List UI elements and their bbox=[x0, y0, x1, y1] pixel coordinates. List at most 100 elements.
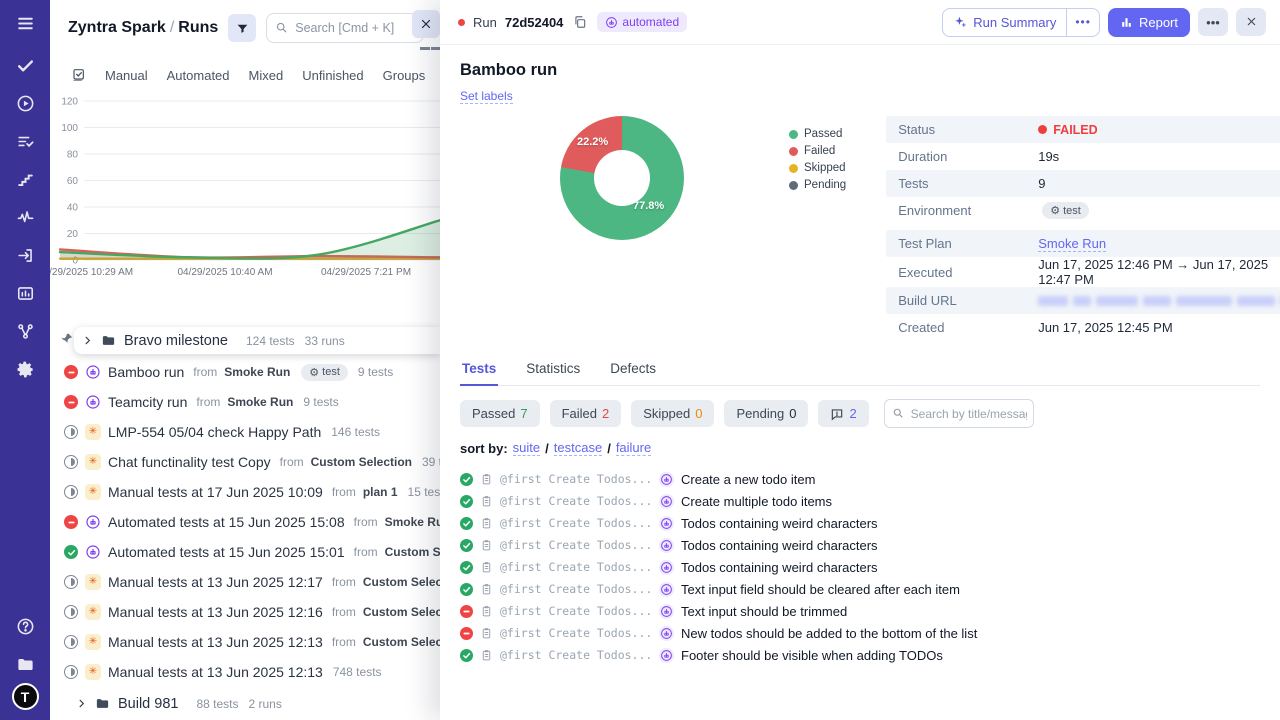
run-list-item[interactable]: ✳Chat functinality test CopyfromCustom S… bbox=[50, 447, 440, 477]
run-summary-button[interactable]: Run Summary bbox=[943, 9, 1066, 36]
test-list-item[interactable]: @first Create Todos...Text input should … bbox=[460, 600, 1260, 622]
test-list-item[interactable]: @first Create Todos...Text input field s… bbox=[460, 578, 1260, 600]
tab-statistics[interactable]: Statistics bbox=[524, 355, 582, 385]
status-finished-icon bbox=[64, 635, 78, 649]
donut-failed-label: 22.2% bbox=[577, 136, 608, 148]
run-list-item[interactable]: Bamboo runfromSmoke Run⚙test9 tests bbox=[50, 357, 440, 387]
detail-row: Environment⚙test bbox=[886, 197, 1280, 224]
run-plan-name: Smoke Run bbox=[227, 395, 293, 409]
chevron-right-icon[interactable] bbox=[76, 698, 87, 709]
tab-groups[interactable]: Groups bbox=[383, 68, 426, 83]
detail-value: Smoke Run bbox=[1038, 236, 1106, 252]
comments-filter-chip[interactable]: 2 bbox=[818, 400, 868, 427]
run-list-item[interactable]: ✳Manual tests at 13 Jun 2025 12:17fromCu… bbox=[50, 567, 440, 597]
chevron-right-icon[interactable] bbox=[82, 335, 93, 346]
close-detail-button[interactable] bbox=[1236, 8, 1266, 36]
filter-label: Passed bbox=[472, 406, 515, 421]
status-passed-icon bbox=[460, 583, 473, 596]
tab-automated[interactable]: Automated bbox=[167, 68, 230, 83]
set-labels-link[interactable]: Set labels bbox=[460, 89, 513, 104]
breadcrumb-project[interactable]: Zyntra Spark bbox=[68, 19, 166, 36]
reports-chart-icon[interactable] bbox=[0, 274, 50, 312]
run-list-item[interactable]: Automated tests at 15 Jun 2025 15:08from… bbox=[50, 507, 440, 537]
build-group-row[interactable]: Build 981 88 tests2 runs bbox=[50, 690, 440, 717]
test-plan-link[interactable]: Smoke Run bbox=[1038, 236, 1106, 252]
filter-pending-chip[interactable]: Pending0 bbox=[724, 400, 808, 427]
tab-manual[interactable]: Manual bbox=[105, 68, 148, 83]
automated-badge[interactable]: automated bbox=[597, 12, 687, 32]
run-summary-more-button[interactable]: ••• bbox=[1066, 9, 1099, 36]
tests-check-icon[interactable] bbox=[0, 46, 50, 84]
clipboard-icon bbox=[480, 516, 493, 530]
filter-skipped-chip[interactable]: Skipped0 bbox=[631, 400, 714, 427]
test-plans-icon[interactable] bbox=[0, 122, 50, 160]
filter-count: 0 bbox=[789, 406, 796, 421]
help-icon[interactable] bbox=[0, 607, 50, 645]
sort-by-suite[interactable]: suite bbox=[513, 440, 540, 456]
milestones-steps-icon[interactable] bbox=[0, 160, 50, 198]
status-finished-icon bbox=[64, 485, 78, 499]
report-button[interactable]: Report bbox=[1108, 8, 1190, 37]
tab-tests[interactable]: Tests bbox=[460, 355, 498, 385]
detail-row: CreatedJun 17, 2025 12:45 PM bbox=[886, 314, 1280, 341]
multi-select-icon[interactable] bbox=[70, 67, 86, 83]
run-from-label: from bbox=[332, 575, 356, 589]
menu-icon[interactable] bbox=[0, 0, 50, 46]
legend-label: Failed bbox=[804, 145, 835, 157]
test-list-item[interactable]: @first Create Todos...Footer should be v… bbox=[460, 644, 1260, 666]
filter-button[interactable] bbox=[228, 14, 256, 42]
status-badge: FAILED bbox=[1038, 123, 1097, 137]
status-finished-icon bbox=[64, 605, 78, 619]
run-list-item[interactable]: ✳Manual tests at 17 Jun 2025 10:09frompl… bbox=[50, 477, 440, 507]
sort-by-failure[interactable]: failure bbox=[616, 440, 651, 456]
tests-list: @first Create Todos...Create a new todo … bbox=[460, 468, 1260, 666]
test-list-item[interactable]: @first Create Todos...Create multiple to… bbox=[460, 490, 1260, 512]
run-from-label: from bbox=[332, 605, 356, 619]
test-list-item[interactable]: @first Create Todos...Todos containing w… bbox=[460, 512, 1260, 534]
test-list-item[interactable]: @first Create Todos...New todos should b… bbox=[460, 622, 1260, 644]
app-logo[interactable]: T bbox=[12, 683, 39, 710]
projects-folder-icon[interactable] bbox=[0, 645, 50, 683]
filter-passed-chip[interactable]: Passed7 bbox=[460, 400, 540, 427]
filter-failed-chip[interactable]: Failed2 bbox=[550, 400, 622, 427]
test-list-item[interactable]: @first Create Todos...Todos containing w… bbox=[460, 534, 1260, 556]
run-list-item[interactable]: ✳Manual tests at 13 Jun 2025 12:16fromCu… bbox=[50, 597, 440, 627]
run-list-item[interactable]: ✳Manual tests at 13 Jun 2025 12:13748 te… bbox=[50, 657, 440, 687]
build-group-meta: 88 tests2 runs bbox=[186, 697, 281, 711]
detail-label: Duration bbox=[898, 149, 1038, 164]
mixed-run-icon: ✳ bbox=[85, 424, 101, 440]
analytics-pulse-icon[interactable] bbox=[0, 198, 50, 236]
test-suite-path: @first Create Todos... bbox=[500, 582, 652, 596]
test-list-item[interactable]: @first Create Todos...Todos containing w… bbox=[460, 556, 1260, 578]
tab-defects[interactable]: Defects bbox=[608, 355, 658, 385]
run-list-item[interactable]: ✳Manual tests at 13 Jun 2025 12:13fromCu… bbox=[50, 627, 440, 657]
milestone-group-row[interactable]: Bravo milestone 124 tests33 runs bbox=[74, 327, 440, 354]
test-list-item[interactable]: @first Create Todos...Create a new todo … bbox=[460, 468, 1260, 490]
run-list-item[interactable]: Teamcity runfromSmoke Run9 tests bbox=[50, 387, 440, 417]
run-plan-name: Custom Selection bbox=[363, 575, 440, 589]
runs-trend-chart: 02040608010012004/29/2025 10:29 AM04/29/… bbox=[50, 93, 440, 285]
run-list-item[interactable]: Automated tests at 15 Jun 2025 15:01from… bbox=[50, 537, 440, 567]
tab-unfinished[interactable]: Unfinished bbox=[302, 68, 363, 83]
branch-icon[interactable] bbox=[0, 312, 50, 350]
more-actions-button[interactable]: ••• bbox=[1198, 8, 1228, 36]
mixed-run-icon: ✳ bbox=[85, 664, 101, 680]
status-passed-icon bbox=[460, 517, 473, 530]
tab-mixed[interactable]: Mixed bbox=[249, 68, 284, 83]
tests-search-input[interactable] bbox=[884, 399, 1034, 428]
panel-close-button[interactable] bbox=[412, 10, 440, 38]
detail-label: Build URL bbox=[898, 293, 1038, 308]
search-icon bbox=[275, 21, 288, 39]
tests-search bbox=[884, 399, 1034, 428]
sort-by-testcase[interactable]: testcase bbox=[554, 440, 602, 456]
runs-search-input[interactable] bbox=[266, 13, 424, 43]
run-list-item[interactable]: ✳LMP-554 05/04 check Happy Path146 tests bbox=[50, 417, 440, 447]
svg-text:20: 20 bbox=[67, 229, 79, 240]
runs-play-icon[interactable] bbox=[0, 84, 50, 122]
copy-run-id-button[interactable] bbox=[571, 13, 589, 31]
import-icon[interactable] bbox=[0, 236, 50, 274]
settings-gear-icon[interactable] bbox=[0, 350, 50, 388]
svg-text:04/29/2025 10:40 AM: 04/29/2025 10:40 AM bbox=[177, 267, 272, 278]
status-passed-icon bbox=[460, 539, 473, 552]
redacted-segment bbox=[1176, 296, 1232, 306]
